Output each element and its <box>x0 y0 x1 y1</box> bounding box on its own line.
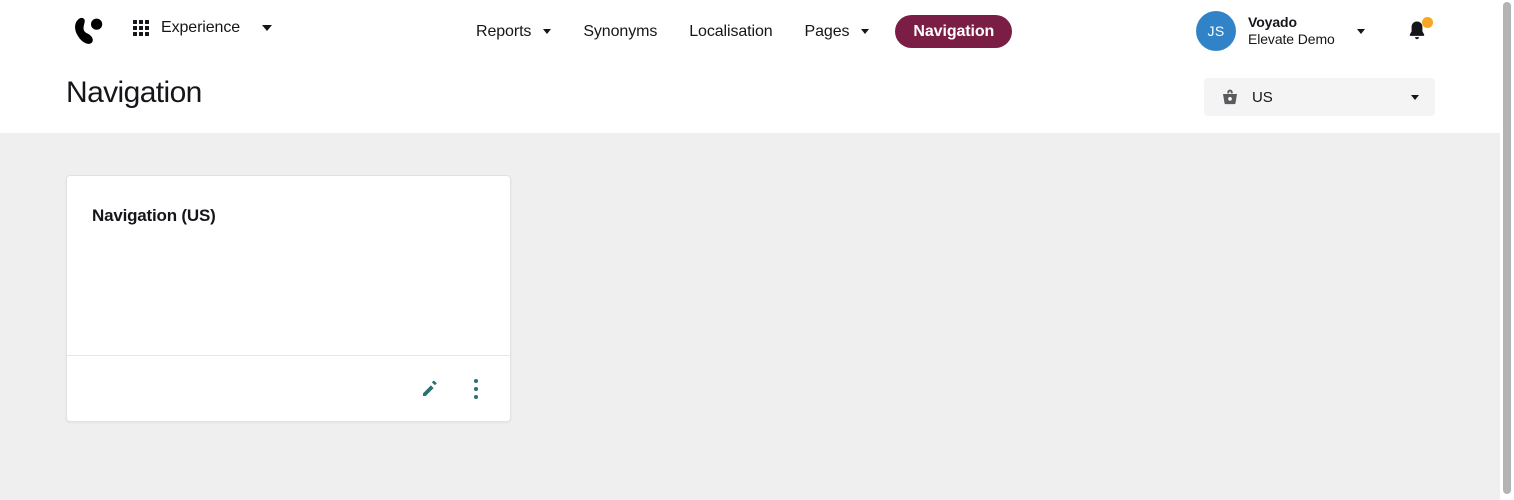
nav-item-reports[interactable]: Reports <box>460 0 567 63</box>
card-footer <box>67 355 510 422</box>
market-selector[interactable]: US <box>1204 78 1435 116</box>
basket-icon <box>1220 87 1240 107</box>
chevron-down-icon <box>262 25 273 31</box>
nav-item-label: Localisation <box>689 22 773 40</box>
app-switcher-label: Experience <box>161 19 241 36</box>
nav-item-localisation[interactable]: Localisation <box>673 0 788 63</box>
more-vertical-icon[interactable] <box>463 376 489 402</box>
top-navigation-bar: Experience Reports Synonyms Localisation… <box>0 0 1500 63</box>
main-navigation: Reports Synonyms Localisation Pages Navi… <box>460 0 1013 63</box>
account-organisation: Voyado <box>1248 13 1297 30</box>
navigation-card[interactable]: Navigation (US) <box>66 175 511 422</box>
app-switcher[interactable]: Experience <box>133 19 273 37</box>
application-window: Experience Reports Synonyms Localisation… <box>0 0 1514 500</box>
page-scrollbar[interactable] <box>1500 0 1514 500</box>
nav-item-label: Reports <box>476 22 532 40</box>
card-title: Navigation (US) <box>92 206 216 225</box>
nav-item-label: Navigation <box>913 22 995 40</box>
header-region: Experience Reports Synonyms Localisation… <box>0 0 1500 133</box>
chevron-down-icon <box>861 29 870 34</box>
content-area: Navigation (US) <box>0 133 1500 500</box>
card-body: Navigation (US) <box>67 176 510 355</box>
chevron-down-icon <box>1411 94 1419 100</box>
notification-badge <box>1422 17 1433 28</box>
voyado-logo-icon[interactable] <box>68 12 108 52</box>
avatar-initials: JS <box>1207 23 1225 39</box>
chevron-down-icon <box>1356 28 1365 34</box>
account-menu[interactable]: JS Voyado Elevate Demo <box>1196 11 1365 51</box>
nav-item-synonyms[interactable]: Synonyms <box>567 0 673 63</box>
edit-pencil-icon[interactable] <box>417 376 443 402</box>
page-scrollbar-thumb[interactable] <box>1503 2 1511 494</box>
nav-item-pages[interactable]: Pages <box>789 0 886 63</box>
nav-item-navigation-active[interactable]: Navigation <box>895 15 1013 48</box>
market-selector-value: US <box>1252 88 1273 106</box>
nav-item-label: Synonyms <box>583 22 658 40</box>
notifications-button[interactable] <box>1404 17 1433 46</box>
grid-icon <box>133 20 149 36</box>
account-text: Voyado Elevate Demo <box>1248 14 1335 49</box>
nav-item-label: Pages <box>804 22 850 40</box>
kebab-dots <box>474 379 478 399</box>
account-environment: Elevate Demo <box>1248 31 1335 47</box>
page-title: Navigation <box>66 76 202 109</box>
chevron-down-icon <box>543 29 552 34</box>
avatar: JS <box>1196 11 1236 51</box>
